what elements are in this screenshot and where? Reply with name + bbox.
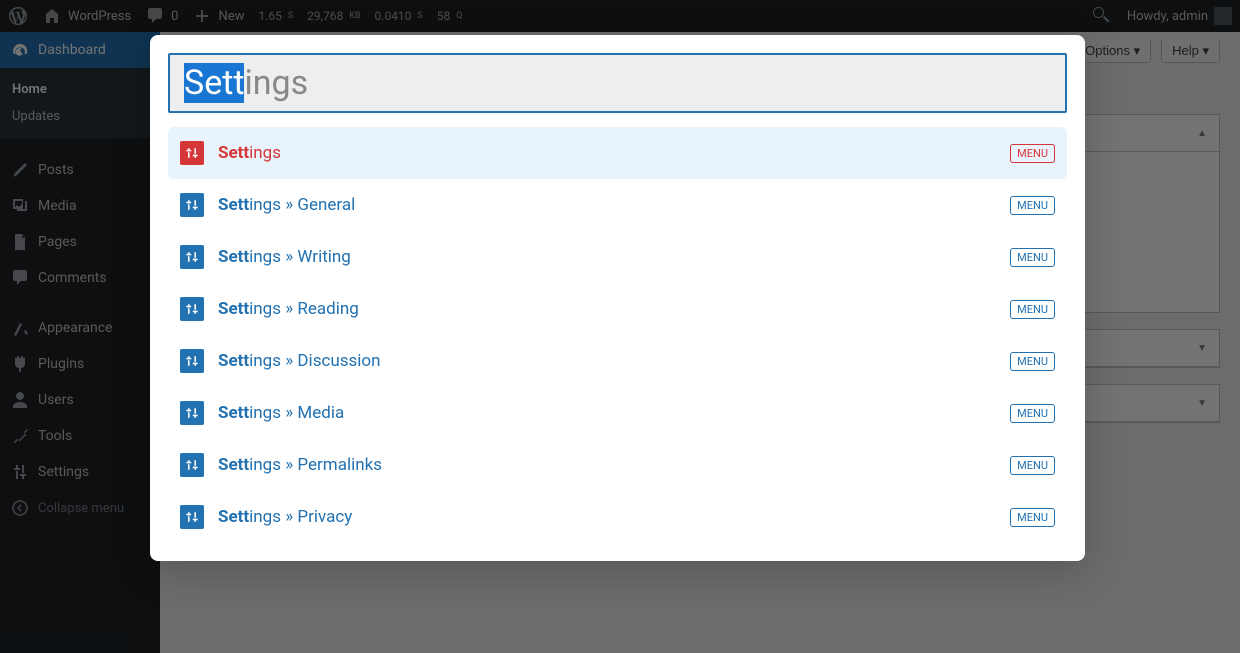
- sliders-icon: [180, 453, 204, 477]
- result-badge: MENU: [1010, 404, 1055, 423]
- result-badge: MENU: [1010, 300, 1055, 319]
- sliders-icon: [180, 401, 204, 425]
- search-input[interactable]: Settings: [184, 63, 308, 103]
- sliders-icon: [180, 245, 204, 269]
- result-badge: MENU: [1010, 248, 1055, 267]
- result-item[interactable]: Settings » Reading MENU: [168, 283, 1067, 335]
- sliders-icon: [180, 505, 204, 529]
- result-item[interactable]: Settings » Privacy MENU: [168, 491, 1067, 543]
- result-item[interactable]: Settings MENU: [168, 127, 1067, 179]
- result-title: Settings » Permalinks: [218, 455, 382, 475]
- result-title: Settings » General: [218, 195, 355, 215]
- result-title: Settings » Privacy: [218, 507, 352, 527]
- result-badge: MENU: [1010, 508, 1055, 527]
- result-title: Settings » Media: [218, 403, 344, 423]
- result-title: Settings » Writing: [218, 247, 351, 267]
- result-item[interactable]: Settings » Permalinks MENU: [168, 439, 1067, 491]
- result-item[interactable]: Settings » Discussion MENU: [168, 335, 1067, 387]
- sliders-icon: [180, 349, 204, 373]
- sliders-icon: [180, 141, 204, 165]
- result-title: Settings » Discussion: [218, 351, 381, 371]
- result-badge: MENU: [1010, 456, 1055, 475]
- result-title: Settings: [218, 143, 281, 163]
- command-palette: Settings Settings MENU Settings » General M…: [150, 35, 1085, 561]
- result-item[interactable]: Settings » Writing MENU: [168, 231, 1067, 283]
- result-badge: MENU: [1010, 144, 1055, 163]
- result-badge: MENU: [1010, 196, 1055, 215]
- search-results: SettingsMENUSettings » GeneralMENUSettin…: [168, 127, 1067, 543]
- result-item[interactable]: Settings » Media MENU: [168, 387, 1067, 439]
- search-input-wrap[interactable]: Settings: [168, 53, 1067, 113]
- result-item[interactable]: Settings » General MENU: [168, 179, 1067, 231]
- result-title: Settings » Reading: [218, 299, 359, 319]
- sliders-icon: [180, 193, 204, 217]
- sliders-icon: [180, 297, 204, 321]
- result-badge: MENU: [1010, 352, 1055, 371]
